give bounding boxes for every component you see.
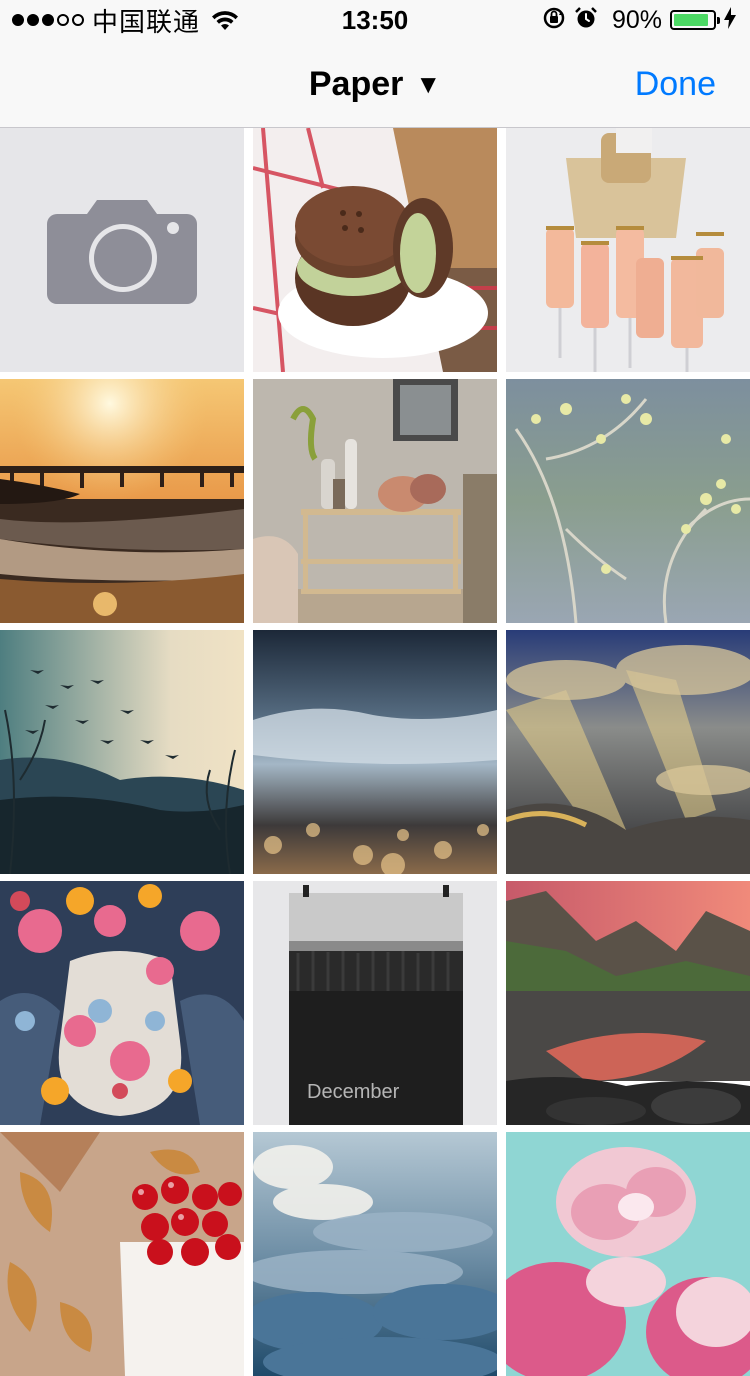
- photo-thumbnail-cherries-leaves[interactable]: [0, 1132, 244, 1376]
- alarm-icon: [574, 6, 598, 35]
- photo-thumbnail-clouds-sunrays[interactable]: [506, 630, 750, 874]
- photo-thumbnail-water-bokeh[interactable]: [253, 630, 497, 874]
- photo-thumbnail-beach-sunset[interactable]: [0, 379, 244, 623]
- battery-percent: 90%: [611, 5, 662, 34]
- status-bar: 中国联通 13:50 90%: [0, 0, 750, 40]
- photo-thumbnail-floral-vase-art[interactable]: [0, 881, 244, 1125]
- poster-december-text: December: [307, 1081, 400, 1103]
- caret-down-icon: ▼: [415, 68, 442, 99]
- album-title: Paper: [308, 64, 404, 103]
- photo-thumbnail-living-room-console[interactable]: [253, 379, 497, 623]
- photo-thumbnail-december-poster[interactable]: December: [253, 881, 497, 1125]
- orientation-lock-icon: [542, 6, 566, 35]
- photo-thumbnail-cookie-sandwich[interactable]: [253, 128, 497, 372]
- photo-thumbnail-pink-peonies[interactable]: [506, 1132, 750, 1376]
- navigation-bar: Paper ▼ Done: [0, 40, 750, 128]
- photo-grid: December: [0, 128, 750, 1376]
- camera-tile[interactable]: [0, 128, 244, 372]
- photo-thumbnail-champagne-glasses[interactable]: [506, 128, 750, 372]
- battery-icon: [670, 10, 720, 30]
- photo-thumbnail-sky-clouds[interactable]: [253, 1132, 497, 1376]
- charging-icon: [724, 6, 736, 34]
- photo-thumbnail-birds-mountains[interactable]: [0, 630, 244, 874]
- camera-icon: [47, 200, 197, 304]
- done-button[interactable]: Done: [635, 40, 716, 128]
- photo-thumbnail-blossom-branches[interactable]: [506, 379, 750, 623]
- photo-thumbnail-mountain-lake[interactable]: [506, 881, 750, 1125]
